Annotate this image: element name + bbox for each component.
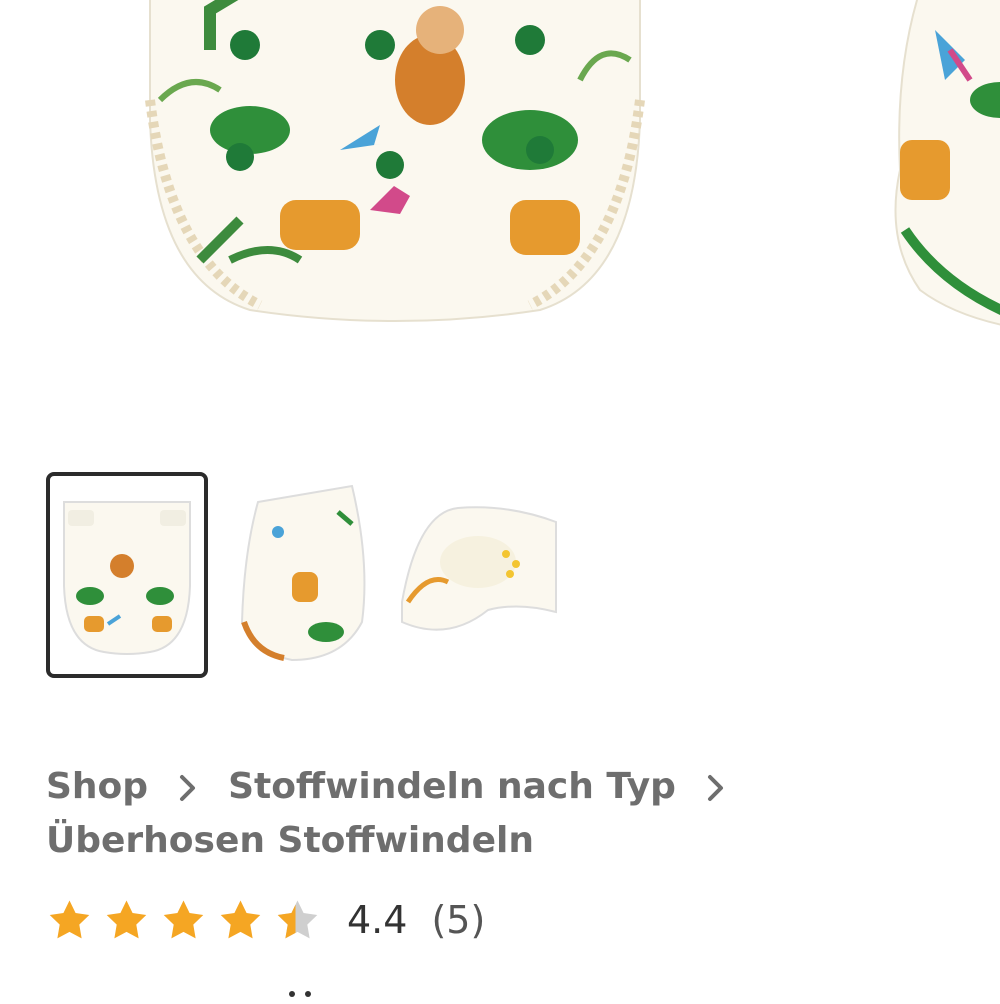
rating-count[interactable]: (5) — [431, 898, 485, 942]
product-image-next — [894, 0, 1000, 326]
thumbnail-3[interactable] — [398, 472, 560, 678]
breadcrumb-item-stoffwindeln-nach-typ[interactable]: Stoffwindeln nach Typ — [228, 766, 676, 807]
star-full-icon — [49, 900, 90, 938]
thumbnail-3-image — [401, 506, 557, 631]
star-partial-icon — [277, 900, 318, 938]
thumbnail-2[interactable] — [222, 472, 384, 678]
breadcrumb: Shop Stoffwindeln nach Typ Überhosen Stoff… — [46, 760, 976, 868]
rating-value: 4.4 — [347, 898, 408, 942]
product-rating[interactable]: 4.4 (5) — [46, 890, 485, 950]
product-image-main — [145, 0, 645, 322]
thumbnail-1[interactable] — [46, 472, 208, 678]
star-full-icon — [163, 900, 204, 938]
product-image-carousel[interactable] — [0, 0, 1000, 420]
breadcrumb-item-ueberhosen-stoffwindeln[interactable]: Überhosen Stoffwindeln — [46, 820, 534, 861]
content-cutoff — [0, 982, 1000, 1000]
chevron-right-icon — [148, 760, 228, 814]
thumbnail-2-image — [240, 484, 366, 662]
chevron-right-icon — [676, 760, 756, 814]
star-full-icon — [106, 900, 147, 938]
breadcrumb-item-shop[interactable]: Shop — [46, 766, 148, 807]
star-full-icon — [220, 900, 261, 938]
thumbnail-1-image — [63, 501, 191, 655]
